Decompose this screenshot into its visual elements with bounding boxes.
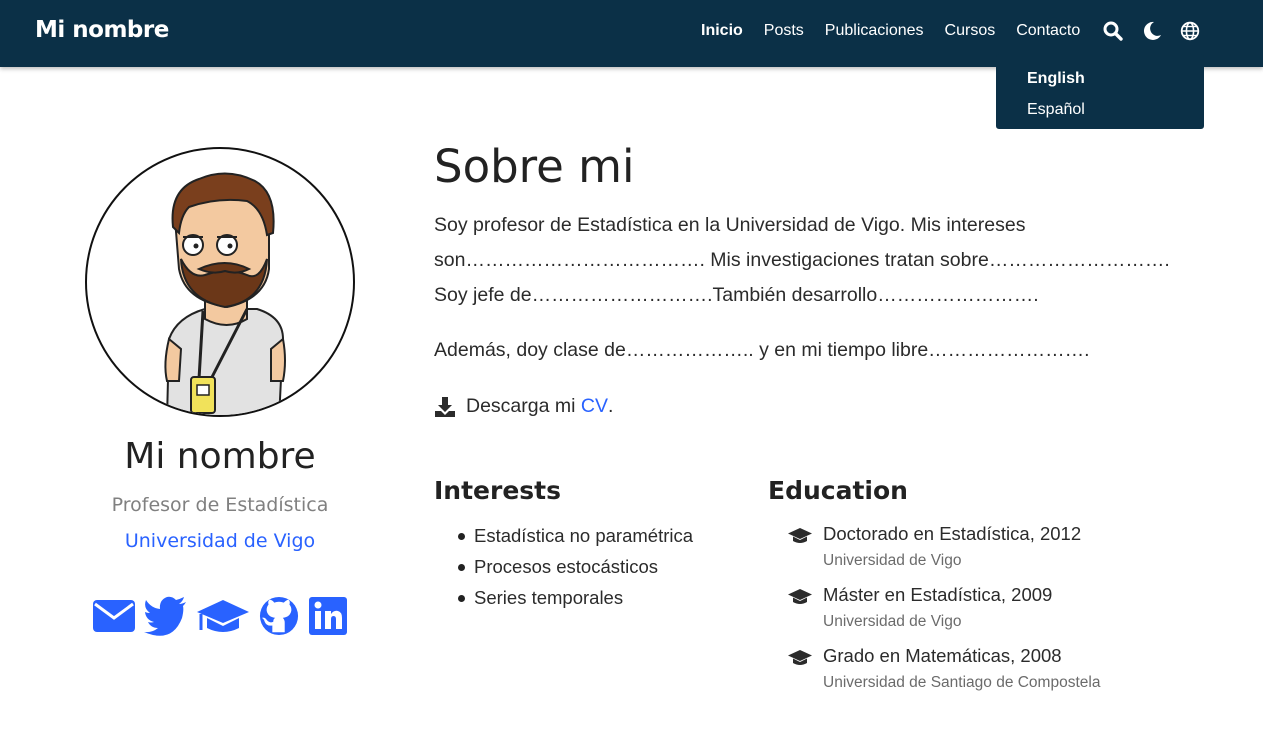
- interests-list: Estadística no paramétrica Procesos esto…: [458, 520, 693, 613]
- education-institution: Universidad de Vigo: [823, 552, 962, 569]
- language-dropdown: English Español: [996, 54, 1204, 129]
- cv-download-link[interactable]: CV: [581, 389, 608, 424]
- github-icon[interactable]: [258, 596, 300, 636]
- nav-link-cursos[interactable]: Cursos: [945, 20, 996, 42]
- profile-organization-link[interactable]: Universidad de Vigo: [20, 530, 420, 552]
- nav-link-posts[interactable]: Posts: [764, 20, 804, 42]
- download-icon: [435, 396, 455, 417]
- search-icon[interactable]: [1103, 21, 1123, 41]
- globe-icon[interactable]: [1180, 21, 1200, 41]
- profile-role: Profesor de Estadística: [111, 494, 329, 516]
- nav-link-inicio[interactable]: Inicio: [701, 20, 743, 42]
- education-course: Máster en Estadística, 2009: [823, 584, 1053, 605]
- about-paragraph-1: Soy profesor de Estadística en la Univer…: [434, 214, 1170, 306]
- nav-link-contacto[interactable]: Contacto: [1016, 20, 1080, 42]
- interest-item: Procesos estocásticos: [458, 551, 693, 582]
- envelope-icon[interactable]: [92, 596, 136, 636]
- about-paragraph-2: Además, doy clase de……………….. y en mi tie…: [434, 339, 1090, 361]
- education-course: Grado en Matemáticas, 2008: [823, 645, 1062, 666]
- moon-icon[interactable]: [1142, 21, 1162, 41]
- graduation-cap-icon: [788, 528, 812, 543]
- graduation-cap-icon: [788, 589, 812, 604]
- cv-prefix-text: Descarga mi: [466, 395, 581, 417]
- nav-links: Inicio Posts Publicaciones Cursos Contac…: [701, 20, 1101, 42]
- interest-item: Series temporales: [458, 582, 693, 613]
- education-institution: Universidad de Vigo: [823, 613, 962, 630]
- language-option-english[interactable]: English: [996, 63, 1204, 94]
- interest-item: Estadística no paramétrica: [458, 520, 693, 551]
- graduation-cap-icon[interactable]: [196, 596, 250, 636]
- twitter-icon[interactable]: [144, 596, 187, 636]
- linkedin-icon[interactable]: [309, 596, 347, 636]
- graduation-cap-icon: [788, 650, 812, 665]
- avatar: [85, 147, 355, 417]
- cv-download-line: Descarga mi CV.: [434, 389, 613, 424]
- cv-suffix-text: .: [607, 395, 614, 417]
- education-course: Doctorado en Estadística, 2012: [823, 523, 1082, 544]
- language-option-espanol[interactable]: Español: [996, 94, 1204, 125]
- education-title: Education: [768, 476, 908, 505]
- education-institution: Universidad de Santiago de Compostela: [823, 674, 1101, 691]
- profile-name: Mi nombre: [124, 436, 316, 477]
- about-title: Sobre mi: [434, 140, 635, 193]
- site-brand[interactable]: Mi nombre: [35, 17, 169, 43]
- interests-title: Interests: [434, 476, 562, 505]
- nav-link-publicaciones[interactable]: Publicaciones: [825, 20, 924, 42]
- avatar-illustration: [164, 172, 286, 415]
